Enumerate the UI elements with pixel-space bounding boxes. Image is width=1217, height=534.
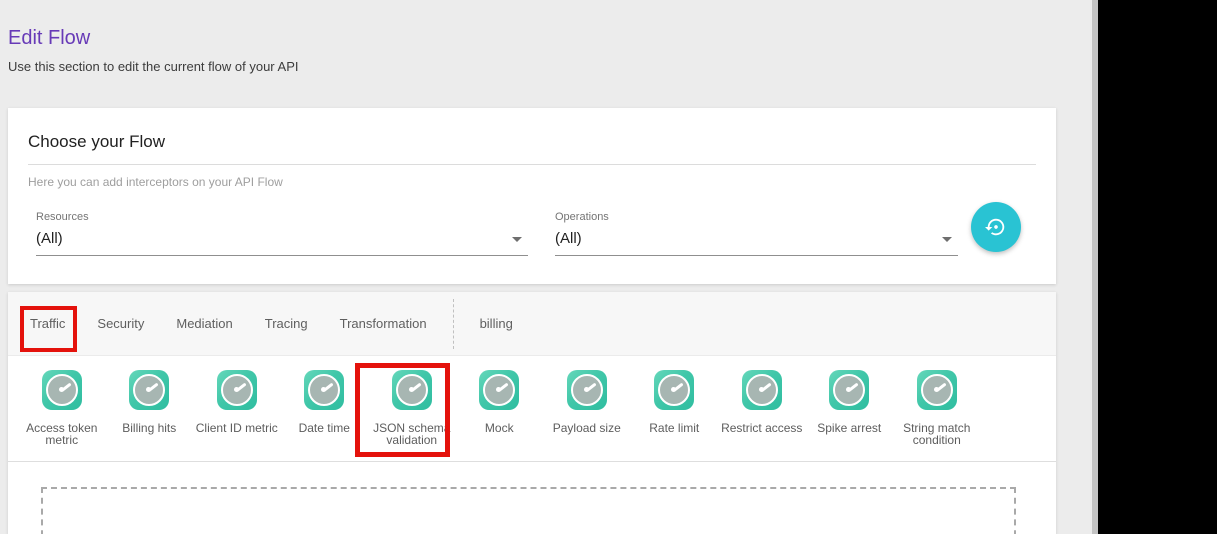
tab-group-divider <box>453 299 454 349</box>
gauge-icon <box>567 370 607 410</box>
gauge-icon <box>42 370 82 410</box>
resources-value: (All) <box>36 230 63 247</box>
policy-strip: Access token metric Billing hits Client … <box>8 356 1056 462</box>
choose-flow-title: Choose your Flow <box>28 132 1036 165</box>
policy-string-match-condition[interactable]: String match condition <box>893 356 981 461</box>
gauge-icon <box>392 370 432 410</box>
resources-label: Resources <box>36 211 528 223</box>
gauge-icon <box>304 370 344 410</box>
policy-mock[interactable]: Mock <box>456 356 544 461</box>
gauge-icon <box>654 370 694 410</box>
policy-billing-hits[interactable]: Billing hits <box>106 356 194 461</box>
resources-select[interactable]: (All) <box>36 228 528 256</box>
policy-date-time[interactable]: Date time <box>281 356 369 461</box>
operations-label: Operations <box>555 211 958 223</box>
app-viewport: Edit Flow Use this section to edit the c… <box>0 0 1092 534</box>
policy-client-id-metric[interactable]: Client ID metric <box>193 356 281 461</box>
gauge-icon <box>217 370 257 410</box>
tab-billing[interactable]: billing <box>464 292 529 356</box>
resources-field: Resources (All) <box>36 211 528 256</box>
gauge-icon <box>129 370 169 410</box>
tab-security[interactable]: Security <box>81 292 160 356</box>
gauge-icon <box>917 370 957 410</box>
operations-select[interactable]: (All) <box>555 228 958 256</box>
choose-flow-hint: Here you can add interceptors on your AP… <box>28 175 1036 189</box>
outside-window-area <box>1098 0 1217 534</box>
dropdown-arrow-icon <box>942 237 952 242</box>
policy-access-token-metric[interactable]: Access token metric <box>18 356 106 461</box>
policy-spike-arrest[interactable]: Spike arrest <box>806 356 894 461</box>
history-restore-icon <box>985 216 1007 238</box>
gauge-icon <box>479 370 519 410</box>
reset-flow-button[interactable] <box>971 202 1021 252</box>
policy-payload-size[interactable]: Payload size <box>543 356 631 461</box>
policy-category-tabs: Traffic Security Mediation Tracing Trans… <box>8 292 1056 356</box>
policy-rate-limit[interactable]: Rate limit <box>631 356 719 461</box>
policy-json-schema-validation[interactable]: JSON schema validation <box>368 356 456 461</box>
flow-filter-row: Resources (All) Operations (All) <box>36 203 1036 273</box>
tab-tracing[interactable]: Tracing <box>249 292 324 356</box>
tab-traffic[interactable]: Traffic <box>14 292 81 356</box>
tab-mediation[interactable]: Mediation <box>160 292 248 356</box>
dropdown-arrow-icon <box>512 237 522 242</box>
policies-card: Traffic Security Mediation Tracing Trans… <box>8 292 1056 534</box>
gauge-icon <box>742 370 782 410</box>
choose-flow-card: Choose your Flow Here you can add interc… <box>8 108 1056 284</box>
policy-restrict-access[interactable]: Restrict access <box>718 356 806 461</box>
operations-value: (All) <box>555 230 582 247</box>
page-header: Edit Flow Use this section to edit the c… <box>8 27 298 74</box>
operations-field: Operations (All) <box>555 211 958 256</box>
page-subtitle: Use this section to edit the current flo… <box>8 59 298 74</box>
gauge-icon <box>829 370 869 410</box>
policy-dropzone[interactable] <box>41 487 1016 534</box>
flow-designer-area <box>8 462 1056 534</box>
page-title: Edit Flow <box>8 27 298 50</box>
tab-transformation[interactable]: Transformation <box>324 292 443 356</box>
